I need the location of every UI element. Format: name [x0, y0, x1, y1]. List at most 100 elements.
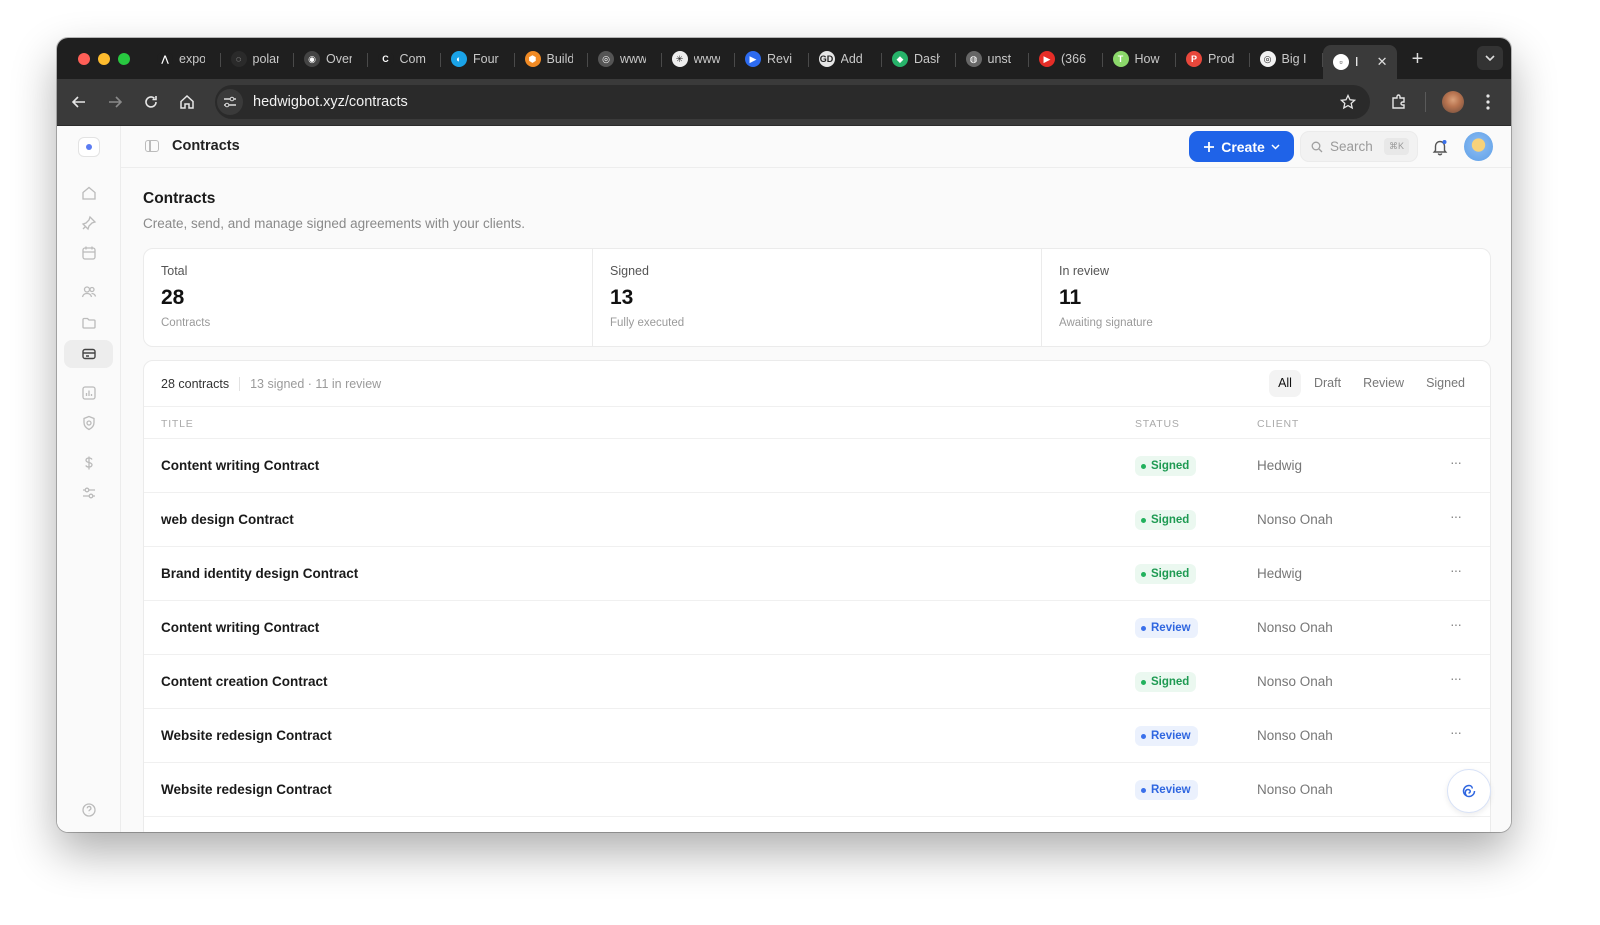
user-avatar[interactable]: [1464, 132, 1493, 161]
row-actions-button[interactable]: ···: [1450, 562, 1462, 578]
browser-tab[interactable]: ◎ www: [588, 45, 662, 73]
home-icon[interactable]: [81, 185, 97, 201]
contract-title[interactable]: Content writing Contract: [161, 458, 319, 473]
users-icon[interactable]: [81, 284, 97, 300]
client-name: Nonso Onah: [1257, 674, 1333, 689]
filter-draft[interactable]: Draft: [1305, 370, 1350, 397]
status-label: Signed: [1151, 460, 1190, 472]
status-label: Review: [1151, 622, 1191, 634]
table-row[interactable]: Website redesign Contract Review Nonso Ona…: [144, 763, 1490, 817]
row-actions-button[interactable]: ···: [1450, 508, 1462, 524]
browser-tab[interactable]: ◌ polar: [221, 45, 295, 73]
tab-favicon-icon: ◎: [1259, 51, 1276, 67]
browser-tab[interactable]: ▶ Revi: [735, 45, 809, 73]
browser-tab[interactable]: ◉ Overview: [294, 45, 368, 73]
column-client[interactable]: CLIENT: [1257, 418, 1299, 430]
column-status[interactable]: STATUS: [1135, 418, 1180, 430]
contract-title[interactable]: web design Contract: [161, 512, 294, 527]
status-dot-icon: [1141, 625, 1146, 631]
table-row[interactable]: Website redesign Contract Review Nonso Ona…: [144, 709, 1490, 763]
create-button[interactable]: Create: [1189, 131, 1294, 162]
table-row[interactable]: Content writing Contract Signed Hedwig ···: [144, 439, 1490, 493]
search-input[interactable]: Search ⌘K: [1300, 131, 1418, 162]
analytics-icon[interactable]: [81, 385, 97, 401]
browser-tab[interactable]: C Com: [368, 45, 442, 73]
close-window-button[interactable]: [78, 53, 90, 65]
url-text: hedwigbot.xyz/contracts: [253, 94, 408, 110]
table-row[interactable]: web design Contract Signed Nonso Onah ···: [144, 493, 1490, 547]
browser-tab[interactable]: ⬢ Build: [515, 45, 589, 73]
filter-review[interactable]: Review: [1354, 370, 1413, 397]
address-bar[interactable]: hedwigbot.xyz/contracts: [215, 85, 1370, 119]
status-dot-icon: [1141, 787, 1146, 793]
stat-sublabel: Contracts: [161, 317, 211, 329]
arrow-right-icon: [109, 96, 123, 108]
create-label: Create: [1221, 138, 1265, 155]
tab-title: Overview: [326, 52, 352, 66]
status-badge: Signed: [1135, 564, 1197, 584]
app-content: Contracts Create Search ⌘K Contracts Cre…: [57, 126, 1511, 832]
tab-favicon-icon: ✳: [671, 51, 688, 67]
browser-tab[interactable]: ◐ Four: [441, 45, 515, 73]
contract-title[interactable]: Website redesign Contract: [161, 728, 332, 743]
contract-card-icon: [82, 348, 96, 360]
contract-title[interactable]: Website redesign Contract: [161, 782, 332, 797]
row-actions-button[interactable]: ···: [1450, 454, 1462, 470]
browser-tab[interactable]: ◎ Big I: [1250, 45, 1324, 73]
assistant-button[interactable]: [1447, 769, 1491, 813]
browser-tab[interactable]: ⋀ expo: [147, 45, 221, 73]
filter-signed[interactable]: Signed: [1417, 370, 1474, 397]
zoom-window-button[interactable]: [118, 53, 130, 65]
browser-tab[interactable]: ◍ unst: [956, 45, 1030, 73]
kebab-menu-icon: [1486, 94, 1490, 110]
forward-button[interactable]: [102, 89, 128, 115]
calendar-icon[interactable]: [81, 245, 97, 261]
status-badge: Signed: [1135, 456, 1197, 476]
browser-tab[interactable]: ◆ Dash: [882, 45, 956, 73]
sparkle-pin-icon[interactable]: [81, 215, 97, 231]
bookmark-star-icon[interactable]: [1340, 94, 1356, 110]
top-bar: Contracts Create Search ⌘K: [121, 126, 1511, 168]
contract-title[interactable]: Content creation Contract: [161, 674, 328, 689]
app-logo[interactable]: [78, 137, 100, 157]
shield-icon[interactable]: [81, 415, 97, 431]
column-title[interactable]: TITLE: [161, 418, 194, 430]
contract-title[interactable]: Content writing Contract: [161, 620, 319, 635]
status-badge: Signed: [1135, 510, 1197, 530]
row-actions-button[interactable]: ···: [1450, 724, 1462, 740]
home-button[interactable]: [174, 89, 200, 115]
active-browser-tab[interactable]: ▫ I ✕: [1323, 45, 1397, 79]
tab-title: Dash: [914, 52, 940, 66]
table-row[interactable]: Content writing Contract Review Nonso Onah…: [144, 601, 1490, 655]
browser-tab[interactable]: P Prod: [1176, 45, 1250, 73]
status-label: Signed: [1151, 514, 1190, 526]
folder-icon[interactable]: [81, 315, 97, 331]
extensions-button[interactable]: [1386, 89, 1412, 115]
close-tab-icon[interactable]: ✕: [1377, 54, 1388, 70]
browser-tab[interactable]: T How: [1103, 45, 1177, 73]
row-actions-button[interactable]: ···: [1450, 616, 1462, 632]
reload-button[interactable]: [138, 89, 164, 115]
status-badge: Signed: [1135, 672, 1197, 692]
profile-avatar[interactable]: [1442, 91, 1464, 113]
dollar-icon[interactable]: [81, 455, 97, 471]
sliders-icon[interactable]: [81, 485, 97, 501]
row-actions-button[interactable]: ···: [1450, 670, 1462, 686]
table-row[interactable]: Content creation Contract Signed Nonso Ona…: [144, 655, 1490, 709]
status-dot-icon: [1141, 517, 1146, 523]
toggle-sidebar-icon[interactable]: [145, 140, 159, 152]
browser-tab[interactable]: ✳ www: [662, 45, 736, 73]
back-button[interactable]: [66, 89, 92, 115]
tab-favicon-icon: ◍: [965, 51, 982, 67]
browser-menu-button[interactable]: [1475, 89, 1501, 115]
minimize-window-button[interactable]: [98, 53, 110, 65]
filter-all[interactable]: All: [1269, 370, 1301, 397]
table-row[interactable]: Brand identity design Contract Signed Hedw…: [144, 547, 1490, 601]
tab-search-button[interactable]: [1477, 46, 1503, 70]
contract-title[interactable]: Brand identity design Contract: [161, 566, 358, 581]
help-icon[interactable]: [81, 802, 97, 818]
bell-icon[interactable]: [1431, 138, 1449, 156]
new-tab-button[interactable]: +: [1403, 45, 1433, 73]
browser-tab[interactable]: ▶ (366: [1029, 45, 1103, 73]
browser-tab[interactable]: GD Add: [809, 45, 883, 73]
